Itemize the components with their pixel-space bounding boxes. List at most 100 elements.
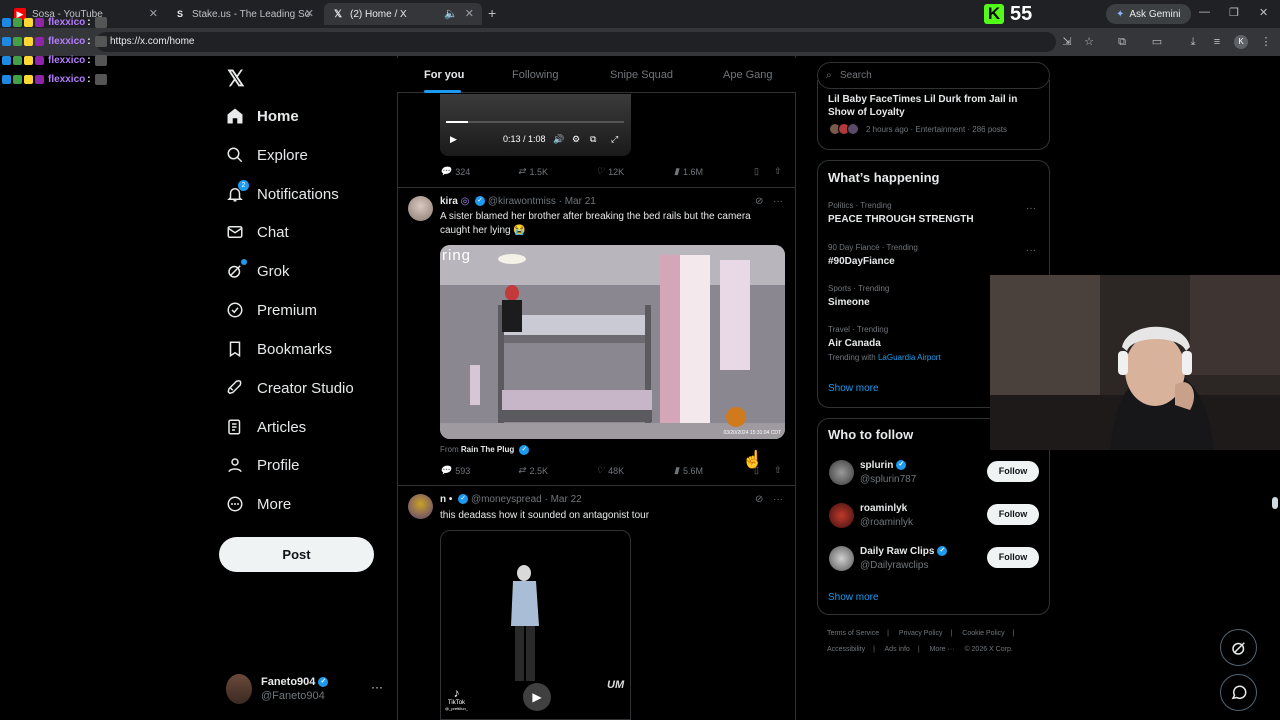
close-icon[interactable]: ✕ bbox=[149, 7, 158, 20]
messages-icon[interactable] bbox=[1220, 674, 1257, 711]
sidebar-item-articles[interactable]: Articles bbox=[226, 413, 306, 441]
avatar[interactable] bbox=[829, 546, 854, 571]
tab-for-you[interactable]: For you bbox=[424, 69, 464, 81]
sidebar-item-explore[interactable]: Explore bbox=[226, 141, 308, 169]
video-player[interactable]: ♪ TikTok @_prettifun_ ▶ UM bbox=[440, 530, 631, 720]
sidepanel-icon[interactable]: ▭ bbox=[1150, 35, 1164, 49]
menu-kebab-icon[interactable]: ⋮ bbox=[1259, 35, 1273, 49]
reply-button[interactable]: 💬 593 bbox=[440, 465, 470, 476]
more-dots-icon[interactable]: ··· bbox=[773, 196, 783, 207]
trend-name[interactable]: Air Canada bbox=[828, 338, 881, 349]
star-icon[interactable]: ☆ bbox=[1082, 35, 1096, 49]
footer-link-more[interactable]: More ··· bbox=[930, 646, 955, 653]
settings-icon[interactable]: ⚙ bbox=[572, 134, 580, 145]
video-progress-bar[interactable] bbox=[446, 121, 624, 123]
author-handle[interactable]: @kirawontmiss bbox=[488, 196, 556, 207]
sidebar-item-creator-studio[interactable]: Creator Studio bbox=[226, 374, 354, 402]
repost-button[interactable]: ⇄ 2.5K bbox=[518, 465, 548, 476]
grok-icon[interactable]: ⊘ bbox=[755, 196, 763, 207]
avatar[interactable] bbox=[408, 196, 433, 221]
more-dots-icon[interactable]: ··· bbox=[1026, 203, 1036, 214]
views-button[interactable]: ▮ 1.6M bbox=[674, 166, 703, 177]
sidebar-item-more[interactable]: More bbox=[226, 490, 291, 518]
share-icon[interactable]: ⇧ bbox=[774, 166, 782, 177]
tweet-date[interactable]: · Mar 22 bbox=[544, 494, 581, 505]
scrollbar-thumb[interactable] bbox=[1272, 497, 1278, 509]
news-headline[interactable]: Lil Baby FaceTimes Lil Durk from Jail in… bbox=[828, 93, 1043, 119]
extensions-icon[interactable]: ⧉ bbox=[1115, 35, 1129, 49]
trend-related-link[interactable]: LaGuardia Airport bbox=[878, 353, 941, 362]
footer-link-terms[interactable]: Terms of Service bbox=[827, 630, 879, 637]
views-button[interactable]: ▮ 5.6M bbox=[674, 465, 703, 476]
suggested-user-name[interactable]: Daily Raw Clips bbox=[860, 546, 934, 557]
avatar[interactable] bbox=[829, 503, 854, 528]
speaker-icon[interactable]: 🔈 bbox=[444, 7, 458, 20]
tab-ape-gang[interactable]: Ape Gang bbox=[723, 69, 773, 81]
media-icon[interactable]: ≡ bbox=[1210, 35, 1224, 49]
tab-following[interactable]: Following bbox=[512, 69, 558, 81]
grok-icon[interactable]: ⊘ bbox=[755, 494, 763, 505]
play-icon[interactable]: ▶ bbox=[450, 134, 457, 145]
new-tab-button[interactable]: + bbox=[488, 5, 496, 21]
video-player[interactable]: ▶ 0:13 / 1:08 🔊 ⚙ ⧉ ⤢ bbox=[440, 94, 631, 156]
window-close-icon[interactable]: ✕ bbox=[1259, 6, 1268, 19]
follow-button[interactable]: Follow bbox=[987, 461, 1039, 482]
ask-gemini-button[interactable]: ✦ Ask Gemini bbox=[1106, 4, 1191, 24]
show-more-link[interactable]: Show more bbox=[828, 592, 879, 603]
sidebar-item-premium[interactable]: Premium bbox=[226, 296, 317, 324]
share-icon[interactable]: ⇧ bbox=[774, 465, 782, 476]
sidebar-item-grok[interactable]: Grok bbox=[226, 257, 290, 285]
follow-button[interactable]: Follow bbox=[987, 504, 1039, 525]
tweet-media-image[interactable]: ring 03/20/2024 15:31:04 CDT bbox=[440, 245, 785, 439]
sidebar-item-home[interactable]: Home bbox=[226, 102, 299, 130]
suggested-user-name[interactable]: splurin bbox=[860, 460, 893, 471]
avatar[interactable] bbox=[408, 494, 433, 519]
profile-avatar[interactable]: K bbox=[1234, 35, 1248, 49]
close-icon[interactable]: ✕ bbox=[305, 7, 314, 20]
author-name[interactable]: kira bbox=[440, 196, 458, 207]
browser-tab-stake[interactable]: S Stake.us - The Leading Social C ✕ bbox=[166, 3, 322, 25]
close-icon[interactable]: ✕ bbox=[465, 7, 474, 20]
footer-link-accessibility[interactable]: Accessibility bbox=[827, 646, 865, 653]
tweet-date[interactable]: · Mar 21 bbox=[559, 196, 596, 207]
tab-snipe-squad[interactable]: Snipe Squad bbox=[610, 69, 673, 81]
footer-link-ads[interactable]: Ads info bbox=[885, 646, 910, 653]
minimize-icon[interactable]: — bbox=[1199, 6, 1210, 18]
browser-tab-x-home[interactable]: 𝕏 (2) Home / X 🔈 ✕ bbox=[324, 3, 482, 25]
account-switcher[interactable]: Faneto904 ✓ @Faneto904 ··· bbox=[226, 674, 386, 706]
author-name[interactable]: n • bbox=[440, 494, 452, 505]
fullscreen-icon[interactable]: ⤢ bbox=[611, 134, 618, 145]
sidebar-item-bookmarks[interactable]: Bookmarks bbox=[226, 335, 332, 363]
follow-button[interactable]: Follow bbox=[987, 547, 1039, 568]
footer-link-cookie[interactable]: Cookie Policy bbox=[962, 630, 1004, 637]
more-dots-icon[interactable]: ··· bbox=[773, 494, 783, 505]
sidebar-item-notifications[interactable]: 2 Notifications bbox=[226, 180, 339, 208]
pip-icon[interactable]: ⧉ bbox=[590, 134, 596, 145]
from-author[interactable]: Rain The Plug bbox=[461, 445, 514, 454]
grok-icon[interactable] bbox=[1220, 629, 1257, 666]
play-icon[interactable]: ▶ bbox=[523, 683, 551, 711]
trend-name[interactable]: Simeone bbox=[828, 297, 870, 308]
download-icon[interactable]: ⤓ bbox=[1186, 35, 1200, 49]
sidebar-item-chat[interactable]: Chat bbox=[226, 218, 289, 246]
avatar[interactable] bbox=[829, 460, 854, 485]
trend-name[interactable]: PEACE THROUGH STRENGTH bbox=[828, 214, 974, 225]
suggested-user-name[interactable]: roaminlyk bbox=[860, 503, 907, 514]
post-button[interactable]: Post bbox=[219, 537, 374, 572]
volume-icon[interactable]: 🔊 bbox=[553, 134, 564, 145]
show-more-link[interactable]: Show more bbox=[828, 383, 879, 394]
repost-button[interactable]: ⇄ 1.5K bbox=[518, 166, 548, 177]
trend-name[interactable]: #90DayFiance bbox=[828, 256, 895, 267]
install-app-icon[interactable]: ⇲ bbox=[1060, 35, 1074, 49]
restore-icon[interactable]: ❐ bbox=[1229, 6, 1239, 19]
reply-button[interactable]: 💬 324 bbox=[440, 166, 470, 177]
url-field[interactable]: https://x.com/home bbox=[96, 32, 1056, 52]
like-button[interactable]: ♡ 48K bbox=[596, 465, 624, 476]
bookmark-icon[interactable]: ▯ bbox=[754, 166, 759, 177]
sidebar-item-profile[interactable]: Profile bbox=[226, 451, 300, 479]
more-dots-icon[interactable]: ··· bbox=[371, 680, 383, 694]
x-logo-icon[interactable]: 𝕏 bbox=[227, 66, 245, 92]
author-handle[interactable]: @moneyspread bbox=[471, 494, 542, 505]
footer-link-privacy[interactable]: Privacy Policy bbox=[899, 630, 943, 637]
more-dots-icon[interactable]: ··· bbox=[1026, 245, 1036, 256]
